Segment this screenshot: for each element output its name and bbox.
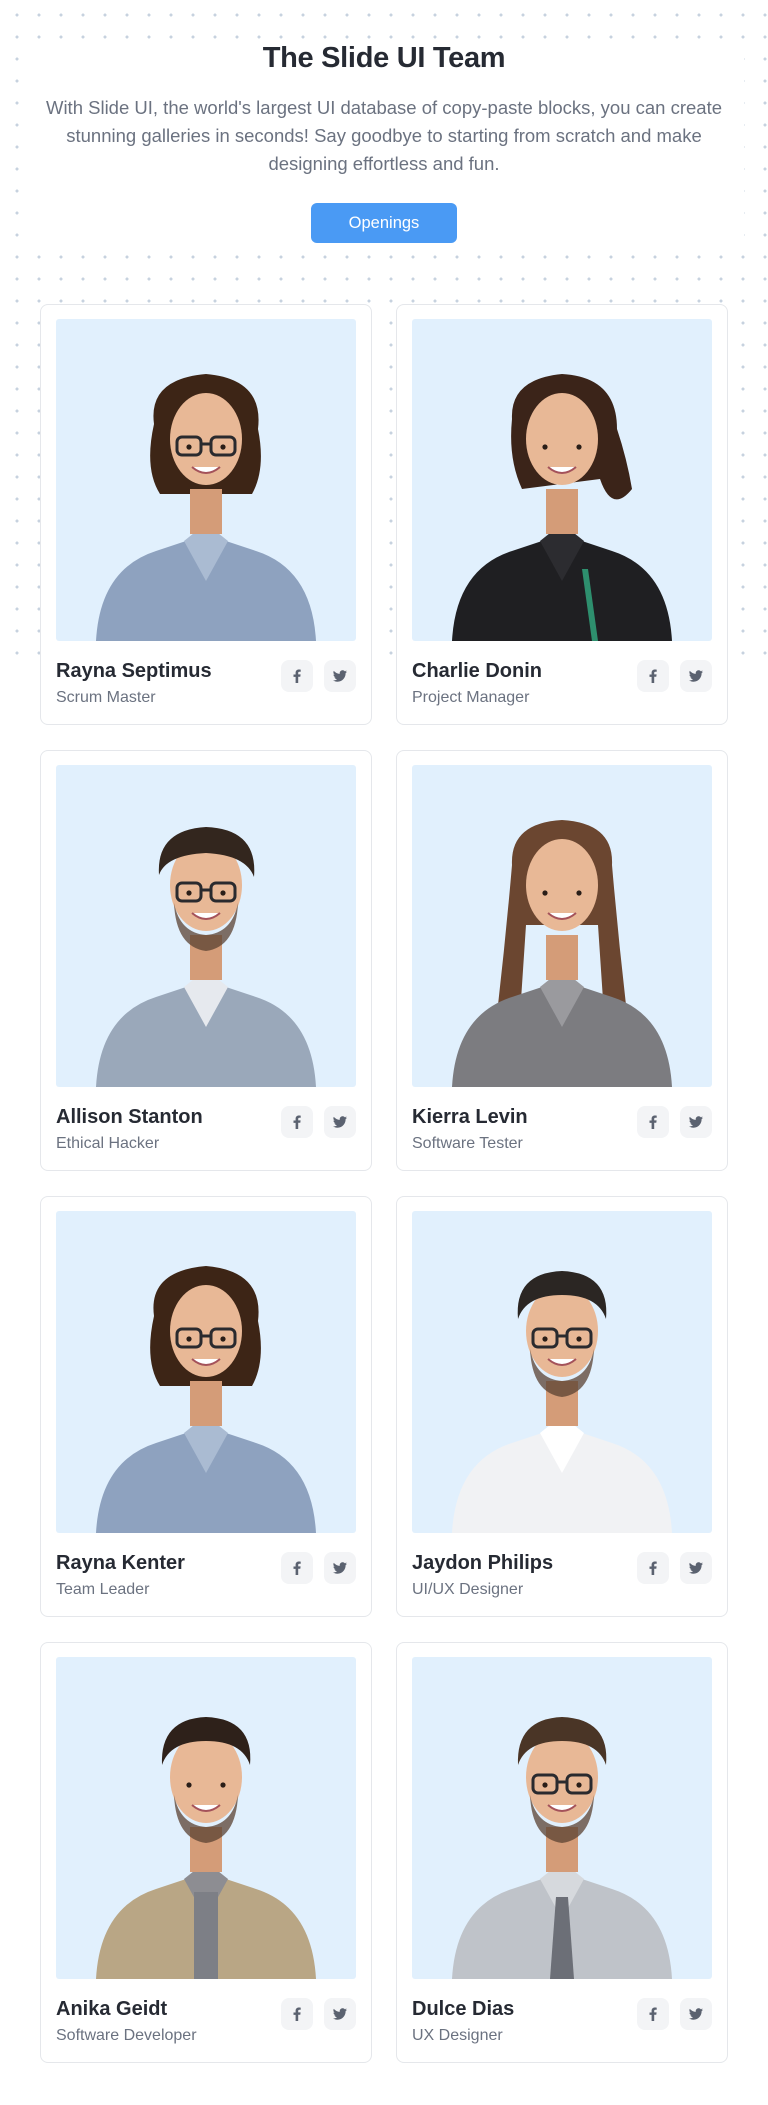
member-info: Rayna Kenter Team Leader: [56, 1550, 356, 1600]
twitter-icon: [333, 1116, 347, 1128]
man-glasses-smiling-portrait: [96, 827, 316, 1087]
member-role: UX Designer: [412, 2027, 503, 2044]
member-name: Kierra Levin: [412, 1106, 528, 1128]
team-member-card: Dulce Dias UX Designer: [396, 1642, 728, 2063]
woman-glasses-curly-hair-portrait: [96, 1266, 316, 1533]
member-socials: [637, 660, 712, 692]
woman-ponytail-black-shirt-portrait: [452, 374, 672, 641]
team-member-card: Kierra Levin Software Tester: [396, 750, 728, 1171]
man-glasses-tie-portrait: [452, 1717, 672, 1979]
member-photo: [56, 1211, 356, 1533]
member-name: Rayna Septimus: [56, 660, 212, 682]
member-role: Ethical Hacker: [56, 1135, 160, 1152]
facebook-button[interactable]: [637, 1552, 669, 1584]
member-role: Team Leader: [56, 1581, 150, 1598]
twitter-icon: [333, 2008, 347, 2020]
member-socials: [281, 1106, 356, 1138]
page-subtitle: With Slide UI, the world's largest UI da…: [45, 97, 723, 174]
member-socials: [637, 1552, 712, 1584]
member-name: Jaydon Philips: [412, 1552, 554, 1574]
member-role: Project Manager: [412, 689, 530, 706]
twitter-icon: [333, 1562, 347, 1574]
facebook-button[interactable]: [637, 1106, 669, 1138]
hero-content: The Slide UI Team With Slide UI, the wor…: [24, 40, 744, 243]
facebook-icon: [649, 669, 657, 683]
facebook-button[interactable]: [637, 660, 669, 692]
member-role: UI/UX Designer: [412, 1581, 524, 1598]
member-socials: [281, 1552, 356, 1584]
team-member-card: Allison Stanton Ethical Hacker: [40, 750, 372, 1171]
facebook-button[interactable]: [281, 1552, 313, 1584]
member-info: Allison Stanton Ethical Hacker: [56, 1104, 356, 1154]
facebook-icon: [649, 2007, 657, 2021]
member-photo: [56, 1657, 356, 1979]
facebook-button[interactable]: [281, 1998, 313, 2030]
member-socials: [637, 1998, 712, 2030]
team-member-card: Anika Geidt Software Developer: [40, 1642, 372, 2063]
twitter-button[interactable]: [680, 660, 712, 692]
twitter-button[interactable]: [680, 1998, 712, 2030]
twitter-icon: [689, 670, 703, 682]
facebook-button[interactable]: [281, 1106, 313, 1138]
twitter-icon: [333, 670, 347, 682]
member-name: Allison Stanton: [56, 1106, 203, 1128]
facebook-icon: [293, 2007, 301, 2021]
facebook-button[interactable]: [637, 1998, 669, 2030]
member-photo: [56, 765, 356, 1087]
member-socials: [281, 660, 356, 692]
facebook-icon: [649, 1115, 657, 1129]
twitter-icon: [689, 1116, 703, 1128]
team-grid: Rayna Septimus Scrum Master Charlie Doni…: [40, 304, 728, 2063]
member-info: Kierra Levin Software Tester: [412, 1104, 712, 1154]
page-title: The Slide UI Team: [262, 42, 506, 74]
twitter-icon: [689, 2008, 703, 2020]
facebook-icon: [649, 1561, 657, 1575]
member-role: Software Tester: [412, 1135, 523, 1152]
team-member-card: Jaydon Philips UI/UX Designer: [396, 1196, 728, 1617]
member-role: Software Developer: [56, 2027, 197, 2044]
hero-section: The Slide UI Team With Slide UI, the wor…: [0, 0, 768, 243]
member-photo: [412, 1657, 712, 1979]
member-info: Anika Geidt Software Developer: [56, 1996, 356, 2046]
twitter-icon: [689, 1562, 703, 1574]
twitter-button[interactable]: [324, 1552, 356, 1584]
team-member-card: Rayna Kenter Team Leader: [40, 1196, 372, 1617]
woman-glasses-curly-hair-portrait: [96, 374, 316, 641]
woman-long-hair-gray-shirt-portrait: [452, 820, 672, 1087]
member-info: Dulce Dias UX Designer: [412, 1996, 712, 2046]
member-socials: [281, 1998, 356, 2030]
member-photo: [412, 765, 712, 1087]
facebook-icon: [293, 1115, 301, 1129]
twitter-button[interactable]: [324, 660, 356, 692]
member-info: Jaydon Philips UI/UX Designer: [412, 1550, 712, 1600]
member-info: Rayna Septimus Scrum Master: [56, 658, 356, 708]
twitter-button[interactable]: [324, 1106, 356, 1138]
member-socials: [637, 1106, 712, 1138]
member-name: Dulce Dias: [412, 1998, 515, 2020]
twitter-button[interactable]: [324, 1998, 356, 2030]
member-role: Scrum Master: [56, 689, 156, 706]
member-photo: [412, 1211, 712, 1533]
team-member-card: Rayna Septimus Scrum Master: [40, 304, 372, 725]
man-glasses-beard-white-shirt-portrait: [452, 1271, 672, 1533]
member-name: Charlie Donin: [412, 660, 543, 682]
team-member-card: Charlie Donin Project Manager: [396, 304, 728, 725]
twitter-button[interactable]: [680, 1106, 712, 1138]
man-beard-jacket-portrait: [96, 1717, 316, 1979]
member-name: Anika Geidt: [56, 1998, 168, 2020]
member-photo: [56, 319, 356, 641]
member-name: Rayna Kenter: [56, 1552, 185, 1574]
twitter-button[interactable]: [680, 1552, 712, 1584]
member-info: Charlie Donin Project Manager: [412, 658, 712, 708]
facebook-icon: [293, 1561, 301, 1575]
facebook-button[interactable]: [281, 660, 313, 692]
facebook-icon: [293, 669, 301, 683]
member-photo: [412, 319, 712, 641]
openings-button[interactable]: Openings: [311, 203, 457, 243]
